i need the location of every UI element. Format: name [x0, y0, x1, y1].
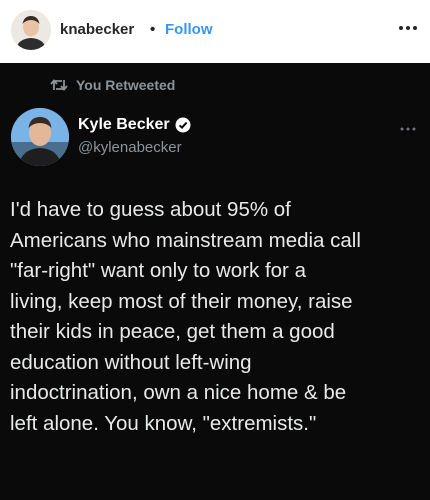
retweet-indicator: You Retweeted: [50, 76, 175, 94]
tweet-author-name[interactable]: Kyle Becker: [78, 116, 191, 134]
tweet-text: I'd have to guess about 95% of Americans…: [10, 198, 361, 435]
display-name: Kyle Becker: [78, 116, 170, 133]
profile-avatar[interactable]: [11, 10, 51, 50]
tweet-card: You Retweeted Kyle Becker @kylenabecker …: [0, 63, 430, 500]
tweet-author-handle[interactable]: @kylenabecker: [78, 139, 182, 156]
retweet-icon: [50, 79, 68, 91]
follow-button[interactable]: Follow: [165, 21, 213, 38]
separator-dot: •: [150, 21, 156, 38]
instagram-post-header: knabecker • Follow: [0, 0, 430, 63]
more-options-icon[interactable]: [396, 19, 420, 37]
username-link[interactable]: knabecker: [60, 21, 134, 38]
retweet-label: You Retweeted: [76, 77, 176, 93]
tweet-author-avatar[interactable]: [11, 108, 69, 166]
tweet-more-options-icon[interactable]: [398, 121, 418, 131]
verified-badge-icon: [175, 117, 191, 133]
